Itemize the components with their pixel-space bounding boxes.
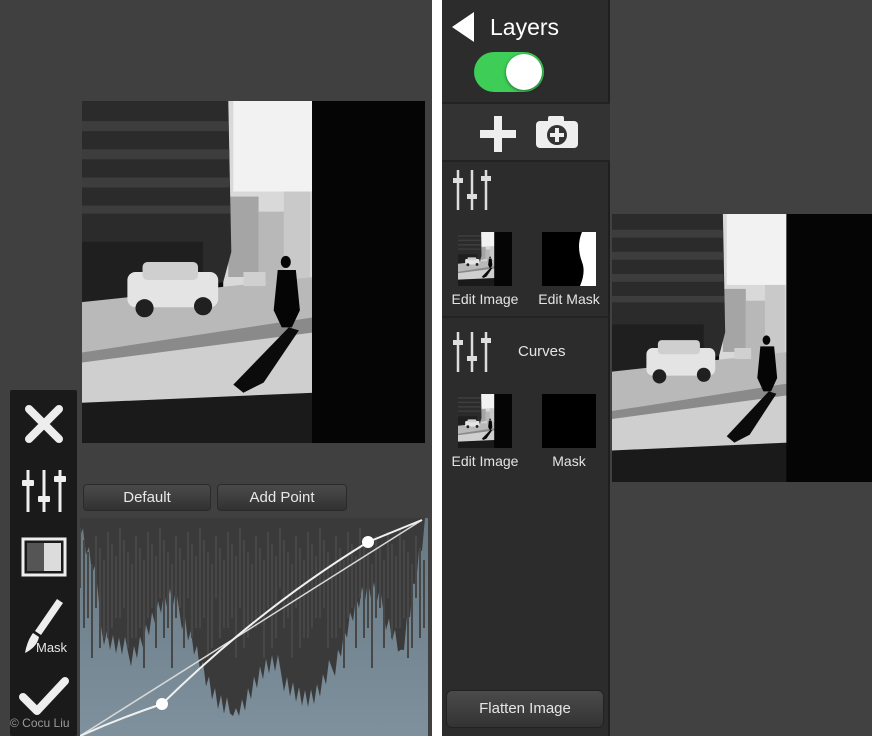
edit-image-label[interactable]: Edit Image xyxy=(445,291,525,307)
curve-point-highlights[interactable] xyxy=(362,536,374,548)
compare-icon xyxy=(21,537,66,577)
curves-mask-thumbnail[interactable] xyxy=(542,394,596,448)
screen-divider xyxy=(432,0,442,736)
back-button[interactable] xyxy=(452,12,476,47)
panel-separator xyxy=(442,316,610,318)
sliders-icon xyxy=(453,332,491,372)
curves-graph[interactable] xyxy=(80,518,428,736)
close-tool[interactable] xyxy=(10,398,77,450)
preview-photo xyxy=(612,214,872,482)
layers-title: Layers xyxy=(490,14,560,40)
compare-tool[interactable] xyxy=(10,532,77,582)
edit-mask-label[interactable]: Edit Mask xyxy=(529,291,609,307)
layer-mask-thumbnail[interactable] xyxy=(542,232,596,286)
layer-adjust-button[interactable] xyxy=(450,168,494,217)
add-photo-layer-button[interactable] xyxy=(534,114,580,155)
check-icon xyxy=(18,677,69,715)
sliders-icon xyxy=(453,170,491,210)
close-icon xyxy=(24,405,63,443)
add-point-button[interactable]: Add Point xyxy=(217,484,347,511)
curve-point-shadows[interactable] xyxy=(156,698,168,710)
panel-separator xyxy=(442,160,610,162)
back-arrow-icon xyxy=(452,12,474,42)
editor-toolbar: Mask xyxy=(10,390,77,736)
layers-screen: Layers Edit Image Edit Mask Curves Edit … xyxy=(442,0,872,736)
curves-layer-name: Curves xyxy=(518,343,566,360)
layers-toggle[interactable] xyxy=(474,52,544,92)
toggle-knob xyxy=(506,54,542,90)
curves-layer-button[interactable] xyxy=(450,330,494,379)
adjust-tool[interactable] xyxy=(10,462,77,520)
plus-icon xyxy=(480,116,516,152)
flatten-image-button[interactable]: Flatten Image xyxy=(446,690,604,728)
photo-credit: © Cocu Liu xyxy=(10,716,70,730)
curves-mask-label[interactable]: Mask xyxy=(529,453,609,469)
default-button[interactable]: Default xyxy=(83,484,211,511)
curves-image-thumbnail[interactable] xyxy=(458,394,512,448)
camera-add-icon xyxy=(536,116,578,148)
curves-editor-screen: Default Add Point Mask © Cocu Liu xyxy=(0,0,432,736)
add-layer-button[interactable] xyxy=(478,114,518,159)
layers-panel: Layers Edit Image Edit Mask Curves Edit … xyxy=(442,0,610,736)
curves-edit-image-label[interactable]: Edit Image xyxy=(445,453,525,469)
mask-label: Mask xyxy=(36,640,68,655)
sliders-icon xyxy=(21,470,66,512)
add-layer-row xyxy=(442,104,610,160)
edited-photo xyxy=(82,101,425,443)
layer-image-thumbnail[interactable] xyxy=(458,232,512,286)
